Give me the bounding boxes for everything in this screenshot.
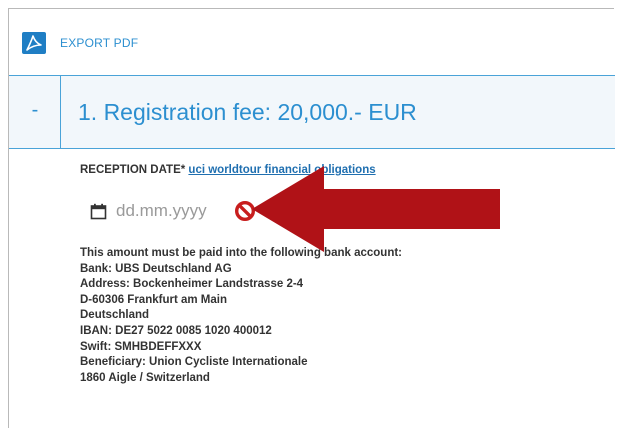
reception-date-input[interactable] (116, 201, 234, 221)
calendar-icon[interactable] (90, 203, 107, 220)
collapse-toggle[interactable]: - (27, 100, 43, 120)
annotation-arrow-icon (252, 166, 500, 252)
bank-info-line: 1860 Aigle / Switzerland (80, 371, 210, 384)
pdf-icon[interactable] (22, 32, 46, 54)
bank-info-line: Bank: UBS Deutschland AG (80, 262, 232, 275)
bank-info-line: D-60306 Frankfurt am Main (80, 293, 227, 306)
export-pdf-button[interactable]: EXPORT PDF (60, 36, 138, 50)
bank-info-line: IBAN: DE27 5022 0085 1020 400012 (80, 324, 272, 337)
section-title: 1. Registration fee: 20,000.- EUR (78, 99, 417, 125)
bank-account-details: This amount must be paid into the follow… (80, 246, 600, 386)
bank-info-line: Beneficiary: Union Cycliste Internationa… (80, 356, 308, 369)
export-toolbar: EXPORT PDF (9, 9, 615, 76)
bank-info-line: Address: Bockenheimer Landstrasse 2-4 (80, 278, 304, 291)
bank-info-line: Swift: SMHBDEFFXXX (80, 340, 202, 353)
registration-fee-section-header[interactable]: - 1. Registration fee: 20,000.- EUR (9, 76, 615, 149)
bank-info-line: Deutschland (80, 309, 150, 322)
reception-date-label: RECEPTION DATE* (80, 164, 186, 176)
collapse-cell: - (9, 76, 61, 148)
